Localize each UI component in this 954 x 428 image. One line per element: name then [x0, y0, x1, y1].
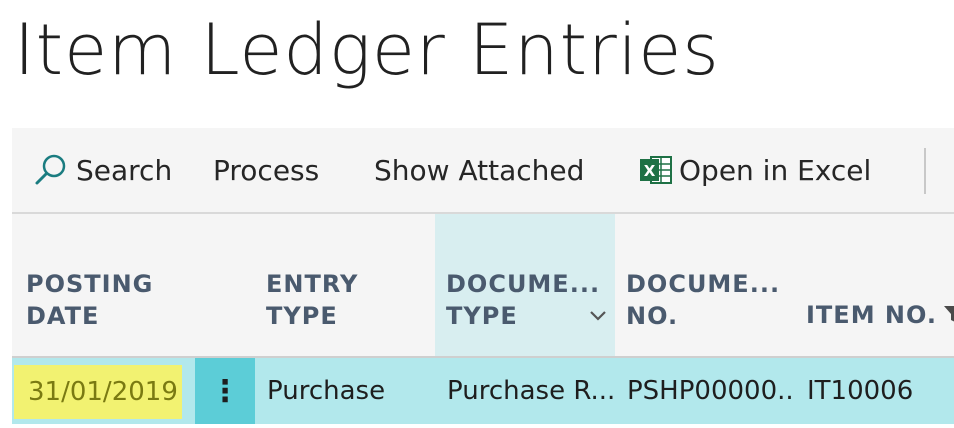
chevron-down-icon [589, 300, 607, 328]
process-menu-button[interactable]: Process [213, 128, 319, 212]
excel-icon: X [639, 153, 673, 187]
svg-text:X: X [644, 162, 656, 180]
page-title: Item Ledger Entries [14, 9, 720, 91]
column-header-entry-type-line1: ENTRY [266, 270, 359, 298]
search-label: Search [76, 153, 173, 187]
grid-header: POSTING DATE ENTRY TYPE DOCUME... TYPE D… [12, 214, 954, 358]
action-bar-divider [924, 148, 926, 194]
column-header-document-no-line2: NO. [626, 302, 679, 330]
action-bar: Search Process Show Attached X Open in E… [12, 128, 954, 214]
cell-item-no[interactable]: IT10006 [795, 358, 954, 424]
filter-icon[interactable] [943, 300, 954, 332]
show-attached-button[interactable]: Show Attached [374, 128, 584, 212]
open-in-excel-label: Open in Excel [679, 153, 872, 187]
column-header-document-type-line2: TYPE [446, 302, 518, 330]
cell-document-type[interactable]: Purchase R... [435, 358, 615, 424]
column-header-document-type[interactable]: DOCUME... TYPE [435, 214, 615, 356]
table-row[interactable]: 31/01/2019 ⋮ Purchase Purchase R... PSHP… [12, 358, 954, 424]
show-attached-label: Show Attached [374, 153, 585, 187]
column-header-item-no-line2: ITEM NO. [806, 301, 938, 329]
column-header-document-no[interactable]: DOCUME... NO. [615, 214, 795, 356]
column-header-posting-date[interactable]: POSTING DATE [12, 214, 195, 356]
column-header-posting-date-line2: DATE [26, 302, 100, 330]
search-icon [34, 153, 68, 187]
column-header-document-no-line1: DOCUME... [626, 270, 781, 298]
row-actions-ellipsis-icon[interactable]: ⋮ [195, 358, 255, 424]
column-header-entry-type[interactable]: ENTRY TYPE [252, 214, 435, 356]
column-header-item-no[interactable]: ITEM NO. [795, 214, 954, 356]
search-button[interactable]: Search [34, 128, 172, 212]
column-header-entry-type-line2: TYPE [266, 302, 338, 330]
cell-document-no[interactable]: PSHP00000... [615, 358, 795, 424]
open-in-excel-button[interactable]: X Open in Excel [639, 128, 871, 212]
process-label: Process [213, 153, 320, 187]
column-header-posting-date-line1: POSTING [26, 270, 154, 298]
cell-posting-date[interactable]: 31/01/2019 [14, 365, 182, 419]
cell-entry-type[interactable]: Purchase [255, 358, 435, 424]
column-header-document-type-line1: DOCUME... [446, 270, 601, 298]
